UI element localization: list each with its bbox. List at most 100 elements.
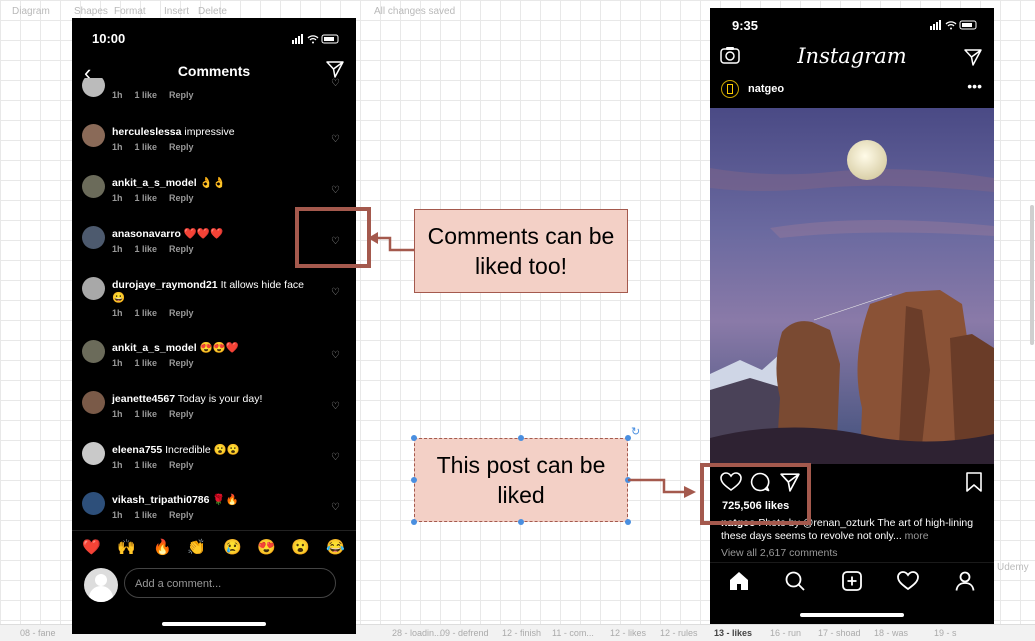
page-tab[interactable]: 19 - s [934,628,957,638]
comment-likes[interactable]: 1 like [135,510,158,520]
page-tab[interactable]: 08 - fane [20,628,56,638]
resize-handle[interactable] [411,519,417,525]
comments-callout[interactable]: Comments can be liked too! [414,209,628,293]
like-heart-icon[interactable]: ♡ [331,502,340,513]
page-tab[interactable]: 16 - run [770,628,801,638]
comment-username[interactable]: durojaye_raymond21 [112,279,218,291]
comment-likes[interactable]: 1 like [135,409,158,419]
comment-username[interactable]: ankit_a_s_model [112,342,197,354]
heart-emoji-button[interactable]: ❤️ [82,538,101,556]
resize-handle[interactable] [518,435,524,441]
page-tab[interactable]: 09 - defrend [440,628,489,638]
reply-button[interactable]: Reply [169,358,194,368]
page-tab[interactable]: 12 - likes [610,628,646,638]
post-callout[interactable]: This post can be liked [414,438,628,522]
activity-heart-icon[interactable] [897,570,919,592]
comment-like-highlight[interactable] [295,207,371,268]
comment-likes[interactable]: 1 like [135,244,158,254]
avatar[interactable] [82,78,105,97]
search-icon[interactable] [784,570,806,592]
post-actions-highlight[interactable] [700,463,811,525]
laugh-emoji-button[interactable]: 😂 [326,538,345,556]
wow-emoji-button[interactable]: 😮 [291,538,310,556]
menu-delete[interactable]: Delete [198,6,227,17]
comment-meta: 1h 1 like Reply [112,358,206,368]
reply-button[interactable]: Reply [169,308,194,318]
menu-format[interactable]: Format [114,6,146,17]
reply-button[interactable]: Reply [169,244,194,254]
comment-likes[interactable]: 1 like [135,90,158,100]
like-heart-icon[interactable]: ♡ [331,452,340,463]
resize-handle[interactable] [625,519,631,525]
my-avatar [84,568,118,602]
avatar[interactable] [82,340,105,363]
more-options-icon[interactable]: ••• [967,78,982,94]
avatar[interactable] [82,277,105,300]
heart-eyes-emoji-button[interactable]: 😍 [257,538,276,556]
like-heart-icon[interactable]: ♡ [331,401,340,412]
avatar[interactable] [82,442,105,465]
like-heart-icon[interactable]: ♡ [331,78,340,89]
comment-text: herculeslessa impressive [112,126,312,139]
avatar[interactable] [82,124,105,147]
comment-username[interactable]: herculeslessa [112,126,181,138]
rotate-handle-icon[interactable]: ↻ [631,425,640,438]
resize-handle[interactable] [411,477,417,483]
bookmark-icon[interactable] [966,472,982,497]
view-all-comments-link[interactable]: View all 2,617 comments [721,547,838,559]
natgeo-avatar[interactable] [721,80,739,98]
new-post-icon[interactable] [841,570,863,592]
raised-hands-emoji-button[interactable]: 🙌 [117,538,136,556]
cry-emoji-button[interactable]: 😢 [223,538,242,556]
comment-username[interactable]: ankit_a_s_model [112,177,197,189]
profile-icon[interactable] [954,570,976,592]
like-heart-icon[interactable]: ♡ [331,134,340,145]
comment-meta: 1h 1 like Reply [112,460,206,470]
like-heart-icon[interactable]: ♡ [331,185,340,196]
comment-username[interactable]: jeanette4567 [112,393,175,405]
comment-username[interactable]: anasonavarro [112,228,181,240]
direct-send-icon[interactable] [964,48,982,71]
menu-shapes[interactable]: Shapes [74,6,108,17]
page-tab[interactable]: 12 - finish [502,628,541,638]
reply-button[interactable]: Reply [169,90,194,100]
page-tab-active[interactable]: 13 - likes [714,628,752,638]
reply-button[interactable]: Reply [169,460,194,470]
menu-insert[interactable]: Insert [164,6,189,17]
clap-emoji-button[interactable]: 👏 [187,538,206,556]
reply-button[interactable]: Reply [169,409,194,419]
home-indicator [800,613,904,617]
canvas-scrollbar[interactable] [1030,205,1034,345]
comment-likes[interactable]: 1 like [135,193,158,203]
comment-username[interactable]: vikash_tripathi0786 [112,494,209,506]
like-heart-icon[interactable]: ♡ [331,350,340,361]
comment-likes[interactable]: 1 like [135,142,158,152]
add-comment-input[interactable]: Add a comment... [124,568,336,598]
page-tab[interactable]: 11 - com... [552,628,594,638]
caption-more-link[interactable]: more [905,530,929,542]
comment-likes[interactable]: 1 like [135,358,158,368]
comment-likes[interactable]: 1 like [135,308,158,318]
reply-button[interactable]: Reply [169,142,194,152]
post-username[interactable]: natgeo [748,83,784,95]
reply-button[interactable]: Reply [169,193,194,203]
page-tab[interactable]: 18 - was [874,628,908,638]
post-photo[interactable] [710,108,994,464]
fire-emoji-button[interactable]: 🔥 [153,538,172,556]
page-tab[interactable]: 12 - rules [660,628,698,638]
page-tab[interactable]: 28 - loadin... [392,628,442,638]
comment-username[interactable]: eleena755 [112,444,162,456]
resize-handle[interactable] [411,435,417,441]
reply-button[interactable]: Reply [169,510,194,520]
like-heart-icon[interactable]: ♡ [331,287,340,298]
avatar[interactable] [82,226,105,249]
avatar[interactable] [82,175,105,198]
resize-handle[interactable] [518,519,524,525]
home-icon[interactable] [728,570,750,592]
avatar[interactable] [82,391,105,414]
avatar[interactable] [82,492,105,515]
comment-likes[interactable]: 1 like [135,460,158,470]
resize-handle[interactable] [625,477,631,483]
menu-diagram[interactable]: Diagram [12,6,50,17]
page-tab[interactable]: 17 - shoad [818,628,861,638]
